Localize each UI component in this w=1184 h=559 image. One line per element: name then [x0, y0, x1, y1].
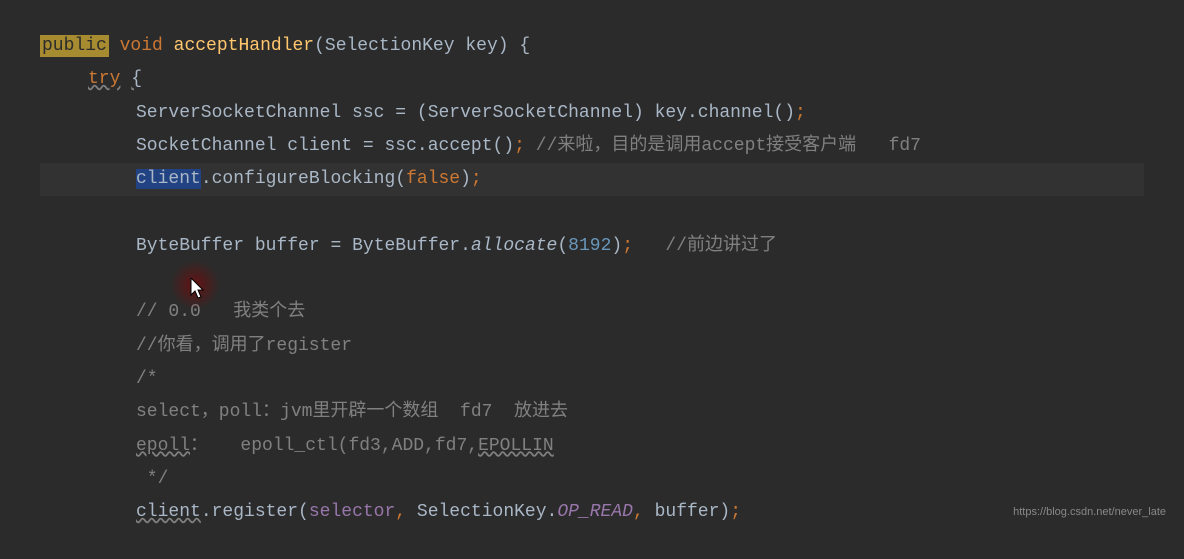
comment: // 0.0 我类个去: [136, 302, 305, 322]
keyword-public: public: [40, 35, 109, 57]
brace: {: [131, 69, 142, 89]
paren: (: [417, 103, 428, 123]
semicolon: ;: [795, 103, 806, 123]
code-editor[interactable]: public void acceptHandler(SelectionKey k…: [0, 0, 1184, 559]
static-field: OP_READ: [557, 502, 633, 522]
code-line-7[interactable]: ByteBuffer buffer = ByteBuffer.allocate(…: [40, 230, 1144, 263]
semicolon: ;: [471, 169, 482, 189]
equals: =: [363, 136, 374, 156]
type-name: ByteBuffer: [352, 236, 460, 256]
paren: (: [395, 169, 406, 189]
comment: select，poll：jvm里开辟一个数组 fd7 放进去: [136, 402, 568, 422]
code-line-blank[interactable]: [40, 196, 1144, 229]
code-line-15[interactable]: client.register(selector, SelectionKey.O…: [40, 496, 1144, 529]
paren: (: [314, 36, 325, 56]
paren: ): [498, 36, 509, 56]
comment: */: [136, 469, 168, 489]
code-line-2[interactable]: try {: [40, 63, 1144, 96]
watermark: https://blog.csdn.net/never_late: [1013, 506, 1166, 518]
number-literal: 8192: [568, 236, 611, 256]
dot: .: [460, 236, 471, 256]
keyword-try: try: [88, 69, 120, 89]
semicolon: ;: [730, 502, 741, 522]
obj-ref: client: [136, 502, 201, 522]
type-name: SocketChannel: [136, 136, 276, 156]
semicolon: ;: [622, 236, 633, 256]
type-name: ByteBuffer: [136, 236, 244, 256]
comma: ,: [395, 502, 406, 522]
code-line-11[interactable]: /*: [40, 363, 1144, 396]
dot: .: [687, 103, 698, 123]
comment: //前边讲过了: [665, 236, 777, 256]
equals: =: [395, 103, 406, 123]
var-name: client: [287, 136, 352, 156]
method-call-static: allocate: [471, 236, 557, 256]
paren: ): [719, 502, 730, 522]
method-name: acceptHandler: [174, 36, 314, 56]
semicolon: ;: [514, 136, 525, 156]
method-call: register: [212, 502, 298, 522]
paren: (): [773, 103, 795, 123]
selected-var: client: [136, 169, 201, 189]
var-name: buffer: [255, 236, 320, 256]
type-name: ServerSocketChannel: [136, 103, 341, 123]
arg-selector: selector: [309, 502, 395, 522]
comment: //来啦，目的是调用accept接受客户端 fd7: [536, 136, 921, 156]
obj-ref: ssc: [385, 136, 417, 156]
paren: ): [611, 236, 622, 256]
obj-ref: key: [655, 103, 687, 123]
paren: (: [298, 502, 309, 522]
brace: {: [519, 36, 530, 56]
dot: .: [547, 502, 558, 522]
code-line-13[interactable]: epoll： epoll_ctl(fd3,ADD,fd7,EPOLLIN: [40, 430, 1144, 463]
param-name: key: [465, 36, 497, 56]
var-name: ssc: [352, 103, 384, 123]
method-call: configureBlocking: [212, 169, 396, 189]
comment: //你看，调用了register: [136, 336, 352, 356]
comment: epoll: [136, 436, 190, 456]
code-line-9[interactable]: // 0.0 我类个去: [40, 296, 1144, 329]
keyword-void: void: [120, 36, 163, 56]
type-name: SelectionKey: [417, 502, 547, 522]
comment: ： epoll_ctl(fd3,ADD,fd7,: [190, 436, 478, 456]
param-type: SelectionKey: [325, 36, 455, 56]
comma: ,: [633, 502, 644, 522]
arg-buffer: buffer: [655, 502, 720, 522]
code-line-1[interactable]: public void acceptHandler(SelectionKey k…: [40, 30, 1144, 63]
comment: /*: [136, 369, 158, 389]
cast-type: ServerSocketChannel: [428, 103, 633, 123]
code-line-14[interactable]: */: [40, 463, 1144, 496]
method-call: accept: [428, 136, 493, 156]
method-call: channel: [698, 103, 774, 123]
code-line-12[interactable]: select，poll：jvm里开辟一个数组 fd7 放进去: [40, 396, 1144, 429]
equals: =: [330, 236, 341, 256]
code-line-4[interactable]: SocketChannel client = ssc.accept(); //来…: [40, 130, 1144, 163]
code-line-3[interactable]: ServerSocketChannel ssc = (ServerSocketC…: [40, 97, 1144, 130]
keyword-false: false: [406, 169, 460, 189]
comment: EPOLLIN: [478, 436, 554, 456]
code-line-blank[interactable]: [40, 263, 1144, 296]
dot: .: [201, 169, 212, 189]
code-line-5[interactable]: client.configureBlocking(false);: [40, 163, 1144, 196]
dot: .: [417, 136, 428, 156]
paren: ): [460, 169, 471, 189]
code-line-10[interactable]: //你看，调用了register: [40, 330, 1144, 363]
paren: ): [633, 103, 644, 123]
paren: (): [493, 136, 515, 156]
dot: .: [201, 502, 212, 522]
paren: (: [557, 236, 568, 256]
